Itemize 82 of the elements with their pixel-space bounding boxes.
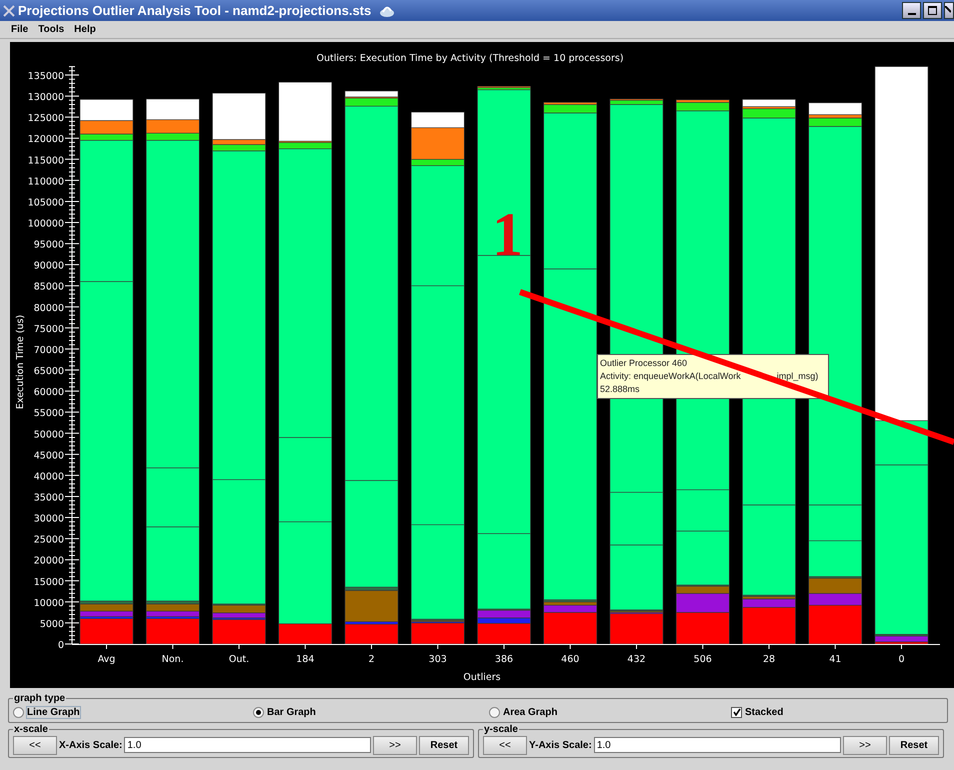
tooltip-text: Outlier Processor 460 xyxy=(600,358,688,368)
tick-label: 130000 xyxy=(28,92,64,104)
reset-button[interactable]: Reset xyxy=(889,736,939,754)
scale-label: X-Axis Scale: xyxy=(59,740,122,750)
tick-label: 115000 xyxy=(28,155,64,166)
tooltip-text: Activity: enqueueWorkA(LocalWork xyxy=(600,371,741,381)
category-label: 28 xyxy=(762,654,776,665)
tick-label: 55000 xyxy=(34,408,64,420)
tick-label: 45000 xyxy=(34,450,64,462)
category-label: 184 xyxy=(296,654,314,665)
window-title: Projections Outlier Analysis Tool - namd2-projections.sts xyxy=(18,3,372,18)
tooltip-text: 52.888ms xyxy=(600,384,640,394)
close-button[interactable] xyxy=(944,2,954,19)
annotation-number: 1 xyxy=(492,200,523,270)
tick-label: 75000 xyxy=(34,324,64,335)
tick-label: 90000 xyxy=(34,260,64,272)
tick-label: 70000 xyxy=(34,344,64,356)
tick-label: 120000 xyxy=(28,134,64,146)
category-label: Out. xyxy=(228,654,250,665)
option-label[interactable]: Line Graph xyxy=(27,706,80,718)
minimize-button[interactable] xyxy=(902,2,921,19)
tick-label: 65000 xyxy=(34,366,64,378)
tick-label: 95000 xyxy=(34,240,64,251)
radio-button[interactable] xyxy=(253,706,264,718)
tick-label: 25000 xyxy=(34,534,64,546)
group-title: y-scale xyxy=(483,724,519,735)
tick-label: 15000 xyxy=(34,576,64,588)
reset-button[interactable]: Reset xyxy=(419,736,469,754)
tick-label: 80000 xyxy=(34,302,64,314)
close-icon xyxy=(945,6,951,15)
category-label: Avg xyxy=(98,654,116,665)
chart-title: Outliers: Execution Time by Activity (Threshold = 10 processors) xyxy=(316,53,624,64)
group-title: graph type xyxy=(13,693,66,704)
scale-input-field[interactable]: 1.0 xyxy=(124,737,371,753)
category-label: 432 xyxy=(627,654,646,665)
option-label[interactable]: Stacked xyxy=(745,706,784,718)
tick-label: 40000 xyxy=(34,471,64,482)
menu-item[interactable]: Help xyxy=(74,24,96,35)
category-label: Non. xyxy=(162,654,184,665)
tick-label: 100000 xyxy=(28,218,64,230)
scale-label: Y-Axis Scale: xyxy=(529,740,592,750)
tick-label: 30000 xyxy=(34,514,64,525)
tick-label: 125000 xyxy=(28,113,64,124)
option-label[interactable]: Bar Graph xyxy=(267,706,316,718)
category-label: 303 xyxy=(428,654,447,665)
increase-button[interactable]: >> xyxy=(843,736,887,754)
tick-label: 20000 xyxy=(34,556,64,567)
decrease-button[interactable]: << xyxy=(13,736,57,754)
category-label: 0 xyxy=(898,654,905,665)
swirl-icon xyxy=(379,4,396,18)
category-label: 506 xyxy=(694,654,712,665)
category-label: 386 xyxy=(494,654,514,665)
tick-label: 85000 xyxy=(34,282,64,293)
tick-label: 110000 xyxy=(28,176,64,188)
tick-label: 105000 xyxy=(28,197,64,208)
menu-item[interactable]: File xyxy=(11,24,28,35)
tick-label: 5000 xyxy=(40,618,64,630)
category-label: 2 xyxy=(368,654,375,665)
radio-button[interactable] xyxy=(13,706,24,718)
scale-input-field[interactable]: 1.0 xyxy=(594,737,841,753)
maximize-button[interactable] xyxy=(923,2,942,19)
tick-label: 0 xyxy=(58,640,64,651)
group-title: x-scale xyxy=(13,724,49,735)
radio-button[interactable] xyxy=(489,706,500,718)
checkbox[interactable] xyxy=(731,706,742,718)
minimize-icon xyxy=(908,12,916,14)
y-axis-title: Execution Time (us) xyxy=(15,314,26,410)
increase-button[interactable]: >> xyxy=(373,736,417,754)
x-icon xyxy=(3,4,15,16)
maximize-icon xyxy=(928,6,937,15)
decrease-button[interactable]: << xyxy=(483,736,527,754)
tick-label: 60000 xyxy=(34,387,64,398)
tick-label: 135000 xyxy=(28,71,64,82)
option-label[interactable]: Area Graph xyxy=(503,706,558,718)
tick-label: 50000 xyxy=(34,429,64,440)
category-label: 41 xyxy=(829,654,842,665)
category-label: 460 xyxy=(561,654,580,665)
tick-label: 10000 xyxy=(34,598,64,609)
tick-label: 35000 xyxy=(34,492,64,504)
menu-item[interactable]: Tools xyxy=(38,24,64,35)
x-axis-title: Outliers xyxy=(463,672,501,683)
tooltip-text: impl_msg) xyxy=(776,371,818,381)
